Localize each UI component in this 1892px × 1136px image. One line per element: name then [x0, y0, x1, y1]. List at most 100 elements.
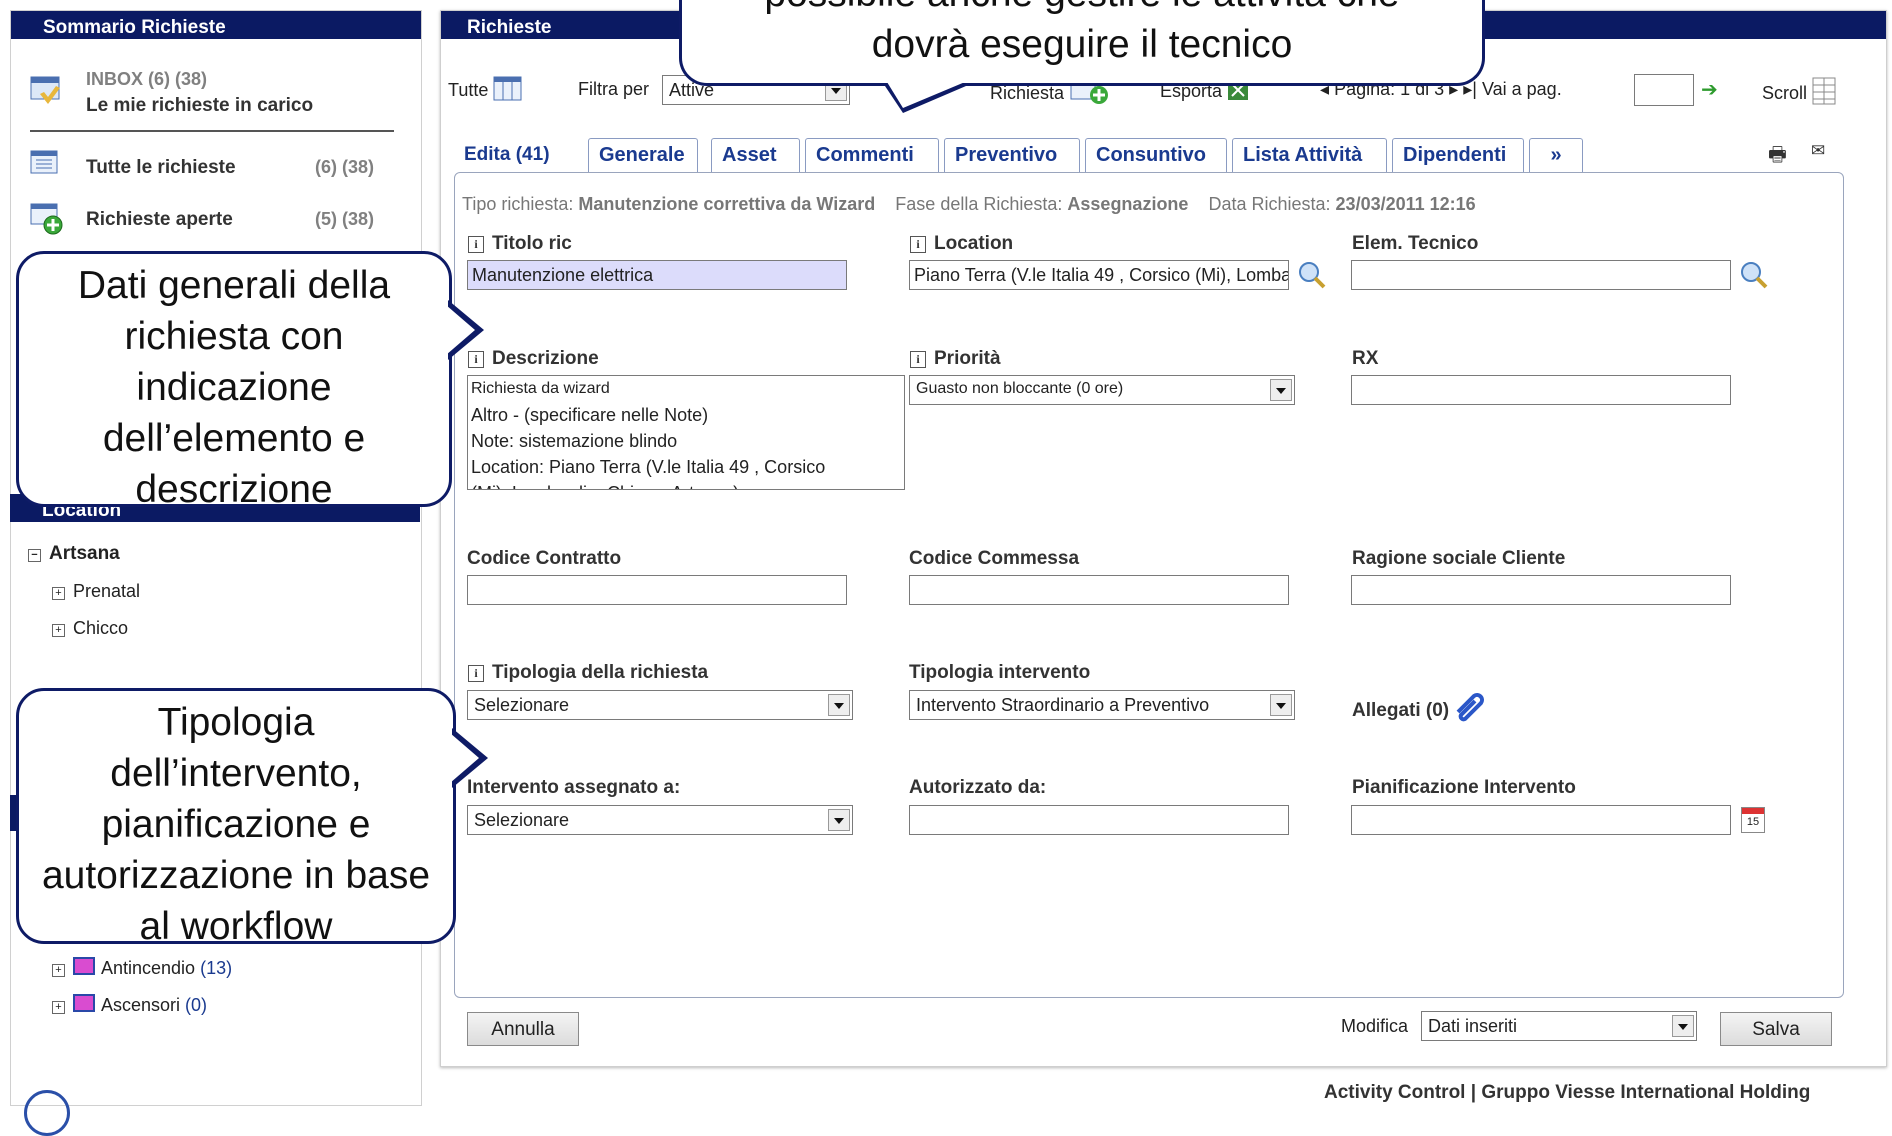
sidebar-item-open-requests[interactable]: Richieste aperte: [86, 209, 233, 231]
modify-label: Modifica: [1341, 1016, 1409, 1036]
title-label-text: Titolo ric: [492, 233, 572, 254]
request-type-label-text: Tipologia della richiesta: [492, 662, 709, 683]
description-line: Location: Piano Terra (V.le Italia 49 , …: [471, 457, 826, 477]
mail-icon[interactable]: ✉: [1811, 141, 1825, 161]
asset-label: Ascensori: [101, 995, 181, 1015]
info-icon[interactable]: i: [468, 665, 484, 682]
type-value: Manutenzione correttiva da Wizard: [578, 194, 876, 214]
attachments-label: Allegati (0): [1352, 700, 1450, 721]
date-value: 23/03/2011 12:16: [1335, 194, 1476, 214]
phase-value: Assegnazione: [1067, 194, 1189, 214]
intervention-type-value: Intervento Straordinario a Preventivo: [916, 695, 1210, 715]
chevron-down-icon: [828, 809, 850, 831]
summary-title: Sommario Richieste: [11, 11, 421, 39]
tab-commenti[interactable]: Commenti: [805, 138, 939, 172]
tab-consuntivo[interactable]: Consuntivo: [1085, 138, 1227, 172]
description-line: Richiesta da wizard: [471, 380, 610, 397]
tree-item-prenatal[interactable]: + Prenatal: [52, 581, 140, 602]
calendar-icon[interactable]: 15: [1741, 807, 1765, 833]
client-label: Ragione sociale Cliente: [1352, 548, 1566, 569]
rx-input[interactable]: [1351, 375, 1731, 405]
bottom-decoration: [24, 1090, 70, 1136]
request-type-value: Selezionare: [474, 695, 570, 715]
inbox-subtitle[interactable]: Le mie richieste in carico: [86, 95, 313, 117]
assigned-label: Intervento assegnato a:: [467, 777, 681, 798]
asset-item-antincendio[interactable]: + Antincendio (13): [52, 957, 232, 979]
tree-item-label: Prenatal: [73, 581, 141, 601]
location-input[interactable]: Piano Terra (V.le Italia 49 , Corsico (M…: [909, 260, 1289, 290]
elem-tecnico-label: Elem. Tecnico: [1352, 233, 1479, 254]
print-icon[interactable]: 🖶: [1768, 140, 1787, 174]
asset-icon: [73, 957, 95, 975]
request-type-select[interactable]: Selezionare: [467, 690, 853, 720]
elem-tecnico-input[interactable]: [1351, 260, 1731, 290]
table-icon: [493, 76, 522, 101]
priority-select[interactable]: Guasto non bloccante (0 ore): [909, 375, 1295, 405]
filter-label: Filtra per: [578, 79, 650, 99]
description-label: i Descrizione: [468, 348, 599, 370]
title-input[interactable]: Manutenzione elettrica: [467, 260, 847, 290]
scroll-button[interactable]: Scroll: [1762, 77, 1836, 105]
contract-input[interactable]: [467, 575, 847, 605]
chevron-down-icon: [828, 694, 850, 716]
tree-item-label: Chicco: [73, 618, 129, 638]
all-requests-icon[interactable]: [30, 150, 60, 182]
collapse-icon[interactable]: −: [28, 549, 41, 562]
chevron-down-icon: [1270, 694, 1292, 716]
expand-icon[interactable]: +: [52, 624, 65, 637]
info-icon[interactable]: i: [468, 236, 484, 253]
edit-count[interactable]: Edita (41): [464, 144, 550, 166]
tab-more[interactable]: »: [1529, 138, 1583, 172]
intervention-type-select[interactable]: Intervento Straordinario a Preventivo: [909, 690, 1295, 720]
asset-item-ascensori[interactable]: + Ascensori (0): [52, 994, 207, 1016]
info-icon[interactable]: i: [910, 236, 926, 253]
expand-icon[interactable]: +: [52, 964, 65, 977]
client-input[interactable]: [1351, 575, 1731, 605]
search-icon[interactable]: [1739, 260, 1769, 296]
cancel-button[interactable]: Annulla: [467, 1012, 579, 1046]
tree-root-artsana[interactable]: − Artsana: [28, 543, 120, 565]
authorized-input[interactable]: [909, 805, 1289, 835]
assigned-select[interactable]: Selezionare: [467, 805, 853, 835]
expand-icon[interactable]: +: [52, 587, 65, 600]
callout-workflow: Tipologia dell’intervento, pianificazion…: [16, 688, 456, 948]
attachments-link[interactable]: Allegati (0): [1352, 692, 1488, 722]
tree-root-label: Artsana: [49, 543, 120, 564]
inbox-link[interactable]: INBOX (6) (38): [86, 69, 207, 90]
goto-page-label: Vai a pag.: [1481, 79, 1562, 99]
search-icon[interactable]: [1297, 260, 1327, 296]
go-arrow-icon[interactable]: ➔: [1701, 77, 1718, 102]
priority-label-text: Priorità: [934, 348, 1001, 369]
tree-item-chicco[interactable]: + Chicco: [52, 618, 128, 639]
tab-asset[interactable]: Asset: [711, 138, 800, 172]
tab-lista-attivita[interactable]: Lista Attività: [1232, 138, 1387, 172]
save-button[interactable]: Salva: [1720, 1012, 1832, 1046]
rx-label: RX: [1352, 348, 1379, 369]
asset-icon: [73, 994, 95, 1012]
info-icon[interactable]: i: [910, 351, 926, 368]
tab-dipendenti[interactable]: Dipendenti: [1392, 138, 1524, 172]
order-input[interactable]: [909, 575, 1289, 605]
callout-workflow-pointer-fill: [450, 733, 479, 783]
planning-input[interactable]: [1351, 805, 1731, 835]
inbox-icon[interactable]: [30, 72, 62, 108]
open-requests-icon[interactable]: [30, 203, 64, 241]
goto-page-input[interactable]: [1634, 74, 1694, 106]
paperclip-icon[interactable]: [1454, 692, 1488, 722]
modify-select[interactable]: Dati inseriti: [1421, 1011, 1697, 1041]
sidebar-divider: [30, 130, 394, 132]
description-textarea[interactable]: Richiesta da wizard Altro - (specificare…: [467, 375, 905, 490]
contract-label: Codice Contratto: [467, 548, 622, 569]
title-label: i Titolo ric: [468, 233, 572, 255]
show-all-button[interactable]: Tutte: [448, 76, 523, 102]
assigned-value: Selezionare: [474, 810, 570, 830]
asset-label: Antincendio: [101, 958, 196, 978]
type-label: Tipo richiesta:: [462, 194, 574, 214]
priority-label: i Priorità: [910, 348, 1001, 370]
expand-icon[interactable]: +: [52, 1001, 65, 1014]
sidebar-item-all-requests[interactable]: Tutte le richieste: [86, 157, 236, 179]
calendar-day: 15: [1746, 816, 1760, 828]
tab-generale[interactable]: Generale: [588, 138, 698, 172]
location-label: i Location: [910, 233, 1013, 255]
tab-preventivo[interactable]: Preventivo: [944, 138, 1080, 172]
